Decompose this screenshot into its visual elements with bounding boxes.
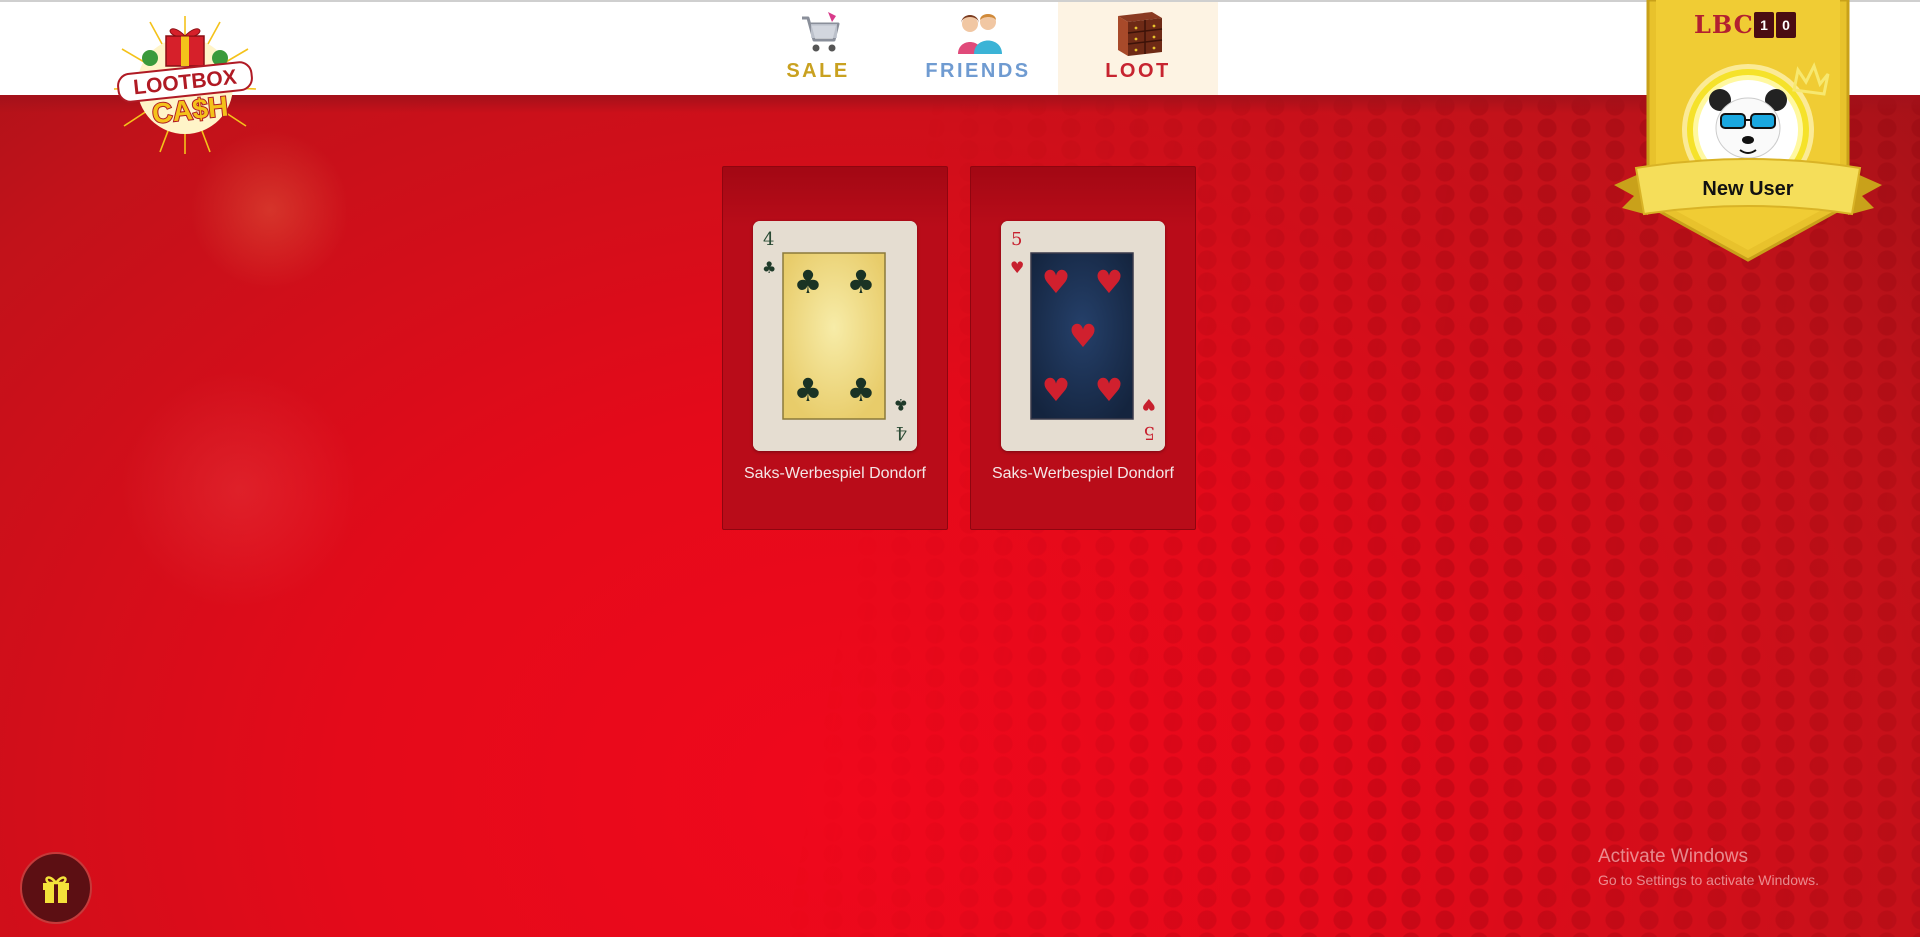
tab-sale[interactable]: SALE	[738, 2, 898, 95]
card-suit: ♣	[762, 258, 776, 277]
tab-friends-label: FRIENDS	[925, 60, 1031, 82]
card-pip: ♥	[1095, 263, 1124, 301]
watermark-subtitle: Go to Settings to activate Windows.	[1598, 872, 1819, 888]
currency-counter: 1 0	[1754, 12, 1796, 38]
profile-badge[interactable]	[1608, 0, 1888, 265]
tab-friends[interactable]: FRIENDS	[898, 2, 1058, 95]
tab-loot[interactable]: LOOT	[1058, 2, 1218, 95]
card-suit: ♥	[1010, 258, 1024, 277]
windows-activation-watermark: Activate Windows Go to Settings to activ…	[1598, 846, 1819, 888]
card-pip: ♣	[794, 371, 823, 409]
playing-card-4-clubs: 4 ♣ 4 ♣ ♣ ♣ ♣ ♣	[753, 221, 917, 451]
card-pip: ♥	[1069, 317, 1098, 355]
card-suit: ♥	[1142, 395, 1156, 414]
card-rank: 4	[763, 229, 774, 250]
username: New User	[1702, 178, 1794, 200]
lootbox-cash-logo[interactable]: LOOTBOX CA$H	[110, 14, 260, 156]
loot-card-tile[interactable]: 4 ♣ 4 ♣ ♣ ♣ ♣ ♣ Saks-Werbespiel Dondorf	[722, 166, 948, 530]
gift-button[interactable]	[20, 852, 92, 924]
background-glow	[120, 370, 360, 610]
card-name: Saks-Werbespiel Dondorf	[743, 465, 926, 482]
card-rank: 5	[1011, 229, 1022, 250]
playing-card-5-hearts: 5 ♥ 5 ♥ ♥ ♥ ♥ ♥ ♥	[1001, 221, 1165, 451]
tab-loot-label: LOOT	[1105, 60, 1171, 82]
loot-card-tile[interactable]: 5 ♥ 5 ♥ ♥ ♥ ♥ ♥ ♥ Saks-Werbespiel Dondor…	[970, 166, 1196, 530]
tile-shine	[971, 167, 1195, 227]
currency-digit: 1	[1754, 12, 1774, 38]
card-pip: ♥	[1042, 263, 1071, 301]
card-pip: ♣	[847, 263, 876, 301]
tile-shine	[723, 167, 947, 227]
chest-of-drawers-icon	[1118, 12, 1163, 56]
card-suit: ♣	[894, 395, 908, 414]
card-rank: 5	[1144, 422, 1155, 443]
friends-icon	[958, 14, 1002, 54]
shopping-cart-icon	[802, 12, 840, 52]
currency-digit: 0	[1776, 12, 1796, 38]
tab-sale-label: SALE	[786, 60, 850, 82]
card-pip: ♥	[1042, 371, 1071, 409]
card-pip: ♣	[847, 371, 876, 409]
watermark-title: Activate Windows	[1598, 846, 1748, 867]
card-pip: ♥	[1095, 371, 1124, 409]
main-nav: SALE FRIENDS LOOT	[738, 2, 1218, 95]
card-pip: ♣	[794, 263, 823, 301]
card-rank: 4	[896, 422, 907, 443]
logo-text-cash: CA$H	[151, 91, 230, 130]
currency-label: LBC	[1694, 10, 1754, 39]
gift-icon	[43, 876, 69, 903]
card-name: Saks-Werbespiel Dondorf	[991, 465, 1174, 482]
